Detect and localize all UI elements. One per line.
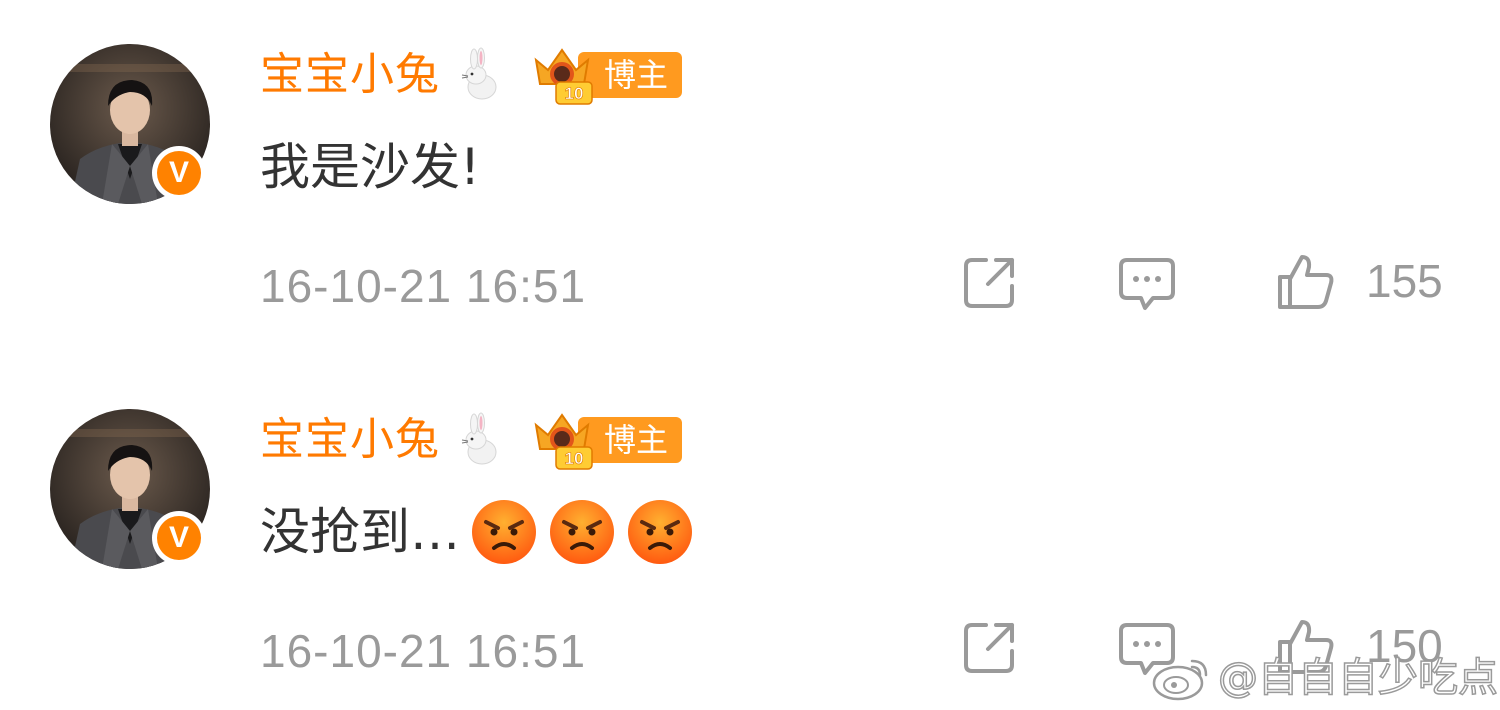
- username[interactable]: 宝宝小兔: [260, 53, 440, 97]
- comment-text: 我是沙发!: [260, 132, 480, 202]
- rabbit-icon: [461, 47, 497, 100]
- watermark-text: @自自自少吃点: [1217, 655, 1499, 701]
- crown-rank-icon: 10: [534, 413, 593, 470]
- verified-badge: V: [152, 146, 206, 200]
- verified-v-icon: V: [157, 151, 201, 195]
- like-button[interactable]: 155: [1276, 251, 1443, 311]
- avatar[interactable]: V: [50, 409, 210, 569]
- thumbs-up-icon: [1278, 255, 1334, 309]
- comment-header: 宝宝小兔 10 博主: [260, 405, 683, 475]
- rank-badge[interactable]: 10 博主: [528, 413, 683, 470]
- reply-button[interactable]: [1117, 256, 1177, 312]
- rabbit-icon: [461, 412, 497, 465]
- weibo-logo-icon: [1152, 659, 1208, 701]
- rank-level: 10: [565, 449, 584, 468]
- verified-v-icon: V: [157, 516, 201, 560]
- timestamp: 16-10-21 16:51: [260, 260, 587, 312]
- angry-face-emoji: [628, 500, 692, 564]
- comment-header: 宝宝小兔 10 博主: [260, 40, 683, 110]
- comment-text-content: 我是沙发!: [260, 138, 481, 196]
- watermark: @自自自少吃点: [1150, 650, 1499, 706]
- verified-badge: V: [152, 511, 206, 565]
- angry-face-emoji: [550, 500, 614, 564]
- rank-badge[interactable]: 10 博主: [528, 48, 683, 105]
- comment-item: V 宝宝小兔 10 博主 我是沙发! 16-10-21 16:51 155: [0, 0, 1500, 340]
- share-icon: [964, 623, 1014, 673]
- angry-face-emoji: [472, 500, 536, 564]
- avatar[interactable]: V: [50, 44, 210, 204]
- share-icon: [964, 258, 1014, 308]
- comment-text: 没抢到…: [260, 497, 694, 567]
- share-button[interactable]: [960, 619, 1018, 677]
- username[interactable]: 宝宝小兔: [260, 418, 440, 462]
- rank-level: 10: [565, 84, 584, 103]
- timestamp: 16-10-21 16:51: [260, 625, 587, 677]
- crown-rank-icon: 10: [534, 48, 593, 105]
- like-count: 155: [1366, 255, 1443, 307]
- comment-icon: [1119, 258, 1175, 310]
- share-button[interactable]: [960, 254, 1018, 312]
- comment-text-content: 没抢到…: [260, 503, 460, 561]
